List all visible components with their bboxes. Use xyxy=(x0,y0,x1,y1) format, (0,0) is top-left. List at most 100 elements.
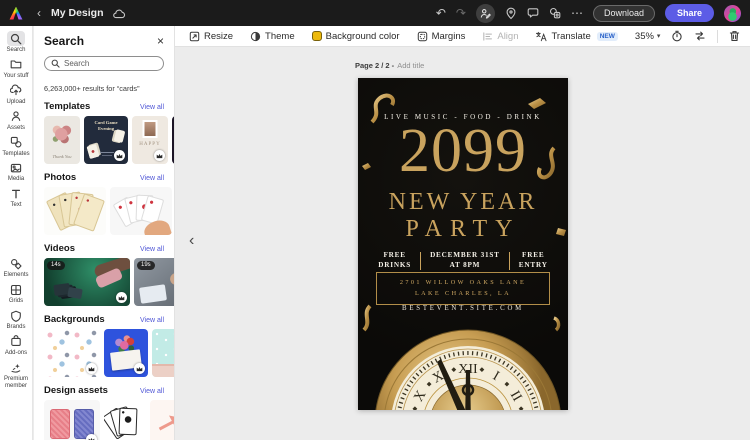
gold-clock-art: XII XI X I II xyxy=(375,329,561,410)
page-number: Page 2 / 2 - xyxy=(355,61,395,70)
template-thumbnail-card-game[interactable]: Card Game Evening xyxy=(84,116,128,164)
sidebar-item-search[interactable]: Search xyxy=(0,31,33,54)
video-duration-badge: 14s xyxy=(47,261,65,271)
adobe-express-logo-icon[interactable] xyxy=(9,6,23,20)
cloud-sync-icon[interactable] xyxy=(112,8,126,19)
assets-icon xyxy=(7,109,25,124)
search-icon xyxy=(51,59,60,68)
add-ons-icon xyxy=(7,334,25,349)
sidebar-item-assets[interactable]: Assets xyxy=(0,109,33,132)
sidebar-item-brands[interactable]: Brands xyxy=(0,308,33,331)
search-input[interactable] xyxy=(64,59,157,68)
redo-icon[interactable]: ↷ xyxy=(456,7,466,19)
numeral-1: I xyxy=(490,369,502,384)
align-button[interactable]: Align xyxy=(482,31,518,42)
video-thumbnail-cut[interactable]: 19s xyxy=(134,258,174,306)
reorder-pages-icon[interactable] xyxy=(694,30,706,42)
search-panel: Search × 6,263,000+ results for “cards” … xyxy=(34,26,175,440)
poster-website: BESTEVENT.SITE.COM xyxy=(401,305,525,312)
grids-icon xyxy=(7,282,25,297)
chevron-down-icon: ▾ xyxy=(656,33,661,40)
sidebar-item-templates[interactable]: Templates xyxy=(0,135,33,158)
undo-icon[interactable]: ↶ xyxy=(436,7,446,19)
close-icon[interactable]: × xyxy=(157,35,164,47)
location-pin-icon[interactable] xyxy=(505,7,517,20)
poster-details-row: FREE DRINKS DECEMBER 31ST AT 8PM FREE ENTRY xyxy=(366,251,560,270)
background-thumbnail-rainbow-pattern[interactable] xyxy=(44,329,100,377)
download-button[interactable]: Download xyxy=(592,4,655,22)
background-thumbnail-envelope-flowers[interactable] xyxy=(104,329,148,377)
collapse-panel-chevron[interactable]: ‹ xyxy=(189,233,194,249)
resize-icon xyxy=(189,31,200,41)
asset-thumbnail-cut[interactable] xyxy=(150,400,174,440)
card-art xyxy=(113,129,126,143)
sidebar-item-grids[interactable]: Grids xyxy=(0,282,33,305)
sidebar-item-upload[interactable]: Upload xyxy=(0,83,33,106)
numeral-10: X xyxy=(411,388,429,404)
collaborate-button[interactable] xyxy=(475,3,495,23)
sidebar-item-elements[interactable]: Elements xyxy=(0,256,33,279)
page-label[interactable]: Page 2 / 2 - Add title xyxy=(355,61,424,70)
portrait-photo-art xyxy=(142,120,158,138)
share-button[interactable]: Share xyxy=(664,4,714,22)
view-all-photos-link[interactable]: View all xyxy=(140,175,164,182)
comment-icon[interactable] xyxy=(527,7,539,19)
section-title-videos: Videos xyxy=(44,243,75,254)
sidebar-item-premium-member[interactable]: Premium member xyxy=(0,360,33,390)
card-art xyxy=(86,143,100,160)
premium-crown-badge xyxy=(86,434,97,440)
template-thumbnail-cut[interactable] xyxy=(172,116,174,164)
poster-page[interactable]: LIVE MUSIC - FOOD - DRINK 2099 NEW YEAR … xyxy=(358,78,568,410)
template-thumbnail-thank-you[interactable]: Thank You xyxy=(44,116,80,164)
resize-button[interactable]: Resize xyxy=(189,31,233,42)
view-all-backgrounds-link[interactable]: View all xyxy=(140,317,164,324)
back-chevron-icon[interactable]: ‹ xyxy=(37,7,41,19)
section-title-templates: Templates xyxy=(44,101,91,112)
section-title-backgrounds: Backgrounds xyxy=(44,314,105,325)
card-back-art xyxy=(50,409,70,439)
topbar-actions: ↶ ↷ ⋯ Download Share xyxy=(436,3,741,23)
gold-divider xyxy=(508,251,510,270)
theme-button[interactable]: Theme xyxy=(250,31,295,42)
sidebar-item-your-stuff[interactable]: Your stuff xyxy=(0,57,33,80)
zoom-level-control[interactable]: 35% ▾ xyxy=(635,31,661,42)
elements-icon xyxy=(7,256,25,271)
timer-icon[interactable] xyxy=(671,30,683,42)
numeral-2: II xyxy=(507,388,525,404)
template-thumbnail-happy[interactable]: HAPPY xyxy=(132,116,168,164)
photo-thumbnail-hand-cards[interactable] xyxy=(110,187,172,235)
laptop-art xyxy=(139,284,167,304)
panel-title: Search xyxy=(44,34,85,48)
integrations-icon[interactable] xyxy=(549,7,561,19)
detail-free-drinks: FREE DRINKS xyxy=(378,251,412,269)
asset-thumbnail-spade-fan[interactable] xyxy=(104,400,146,440)
asset-thumbnail-card-backs[interactable] xyxy=(44,400,100,440)
poster-address-box: 2701 WILLOW OAKS LANE LAKE CHARLES, LA xyxy=(376,272,550,306)
pink-shape-art xyxy=(156,411,174,436)
new-badge: NEW xyxy=(596,31,618,41)
search-input-wrap[interactable] xyxy=(44,56,164,71)
canvas-area[interactable]: ‹ Page 2 / 2 - Add title LIVE MUSIC - FOO… xyxy=(175,47,750,440)
detail-free-entry: FREE ENTRY xyxy=(518,251,548,269)
top-app-bar: ‹ My Design ↶ ↷ ⋯ Download Share xyxy=(0,0,750,26)
view-all-templates-link[interactable]: View all xyxy=(140,104,164,111)
sidebar-item-add-ons[interactable]: Add-ons xyxy=(0,334,33,357)
sidebar-item-media[interactable]: Media xyxy=(0,160,33,183)
background-color-button[interactable]: Background color xyxy=(311,31,400,42)
background-thumbnail-winter-cut[interactable] xyxy=(152,329,174,377)
translate-button[interactable]: Translate NEW xyxy=(535,31,618,42)
sidebar-item-text[interactable]: Text xyxy=(0,186,33,209)
media-icon xyxy=(7,160,25,175)
page-title-placeholder[interactable]: Add title xyxy=(397,61,424,70)
user-avatar[interactable] xyxy=(724,4,741,22)
document-title[interactable]: My Design xyxy=(51,7,104,19)
delete-page-icon[interactable] xyxy=(729,30,740,42)
videos-row: 14s 19s xyxy=(44,258,174,306)
view-all-design-assets-link[interactable]: View all xyxy=(140,388,164,395)
margins-button[interactable]: Margins xyxy=(417,31,465,42)
more-options-icon[interactable]: ⋯ xyxy=(571,7,583,19)
upload-cloud-icon xyxy=(7,83,25,98)
photo-thumbnail-cards-fan[interactable] xyxy=(44,187,106,235)
view-all-videos-link[interactable]: View all xyxy=(140,246,164,253)
video-thumbnail-card-shuffle[interactable]: 14s xyxy=(44,258,130,306)
